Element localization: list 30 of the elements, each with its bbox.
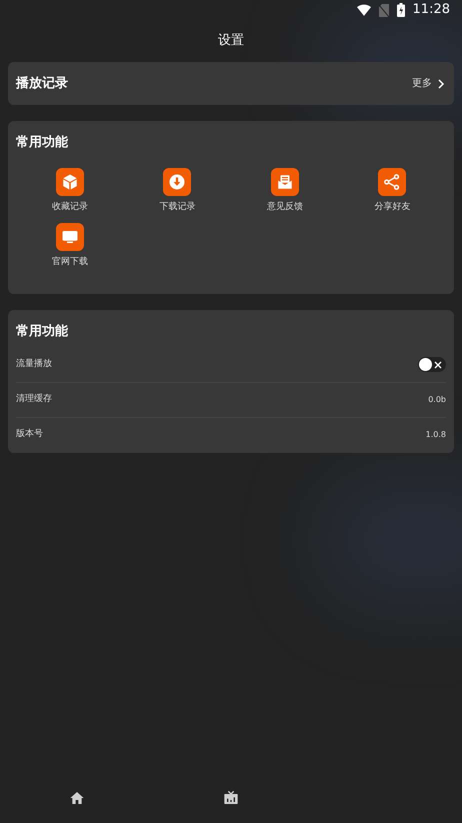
setting-label: 版本号 (16, 428, 44, 442)
feature-button[interactable]: 下载记录 (124, 168, 231, 214)
setting-label: 流量播放 (16, 358, 53, 371)
monitor-icon (60, 228, 79, 246)
toggle-switch[interactable] (418, 357, 446, 372)
setting-label: 清理缓存 (16, 392, 53, 406)
tv-icon[interactable] (223, 790, 239, 806)
history-card[interactable]: 播放记录 更多 (8, 62, 454, 105)
wifi-icon (356, 4, 371, 16)
chevron-right-icon (436, 78, 446, 88)
no-sim-icon (378, 4, 389, 16)
close-icon (434, 360, 442, 368)
feature-button[interactable]: 收藏记录 (16, 168, 124, 214)
page-title: 设置 (218, 32, 244, 50)
battery-icon (396, 3, 405, 17)
setting-value: 0.0b (428, 394, 446, 406)
more-link[interactable]: 更多 (412, 76, 432, 91)
mail-icon (276, 172, 294, 190)
section-title: 常用功能 (16, 134, 69, 152)
history-title: 播放记录 (16, 74, 69, 93)
clock: 11:28 (412, 1, 450, 20)
home-icon[interactable] (69, 790, 85, 806)
feature-button[interactable]: 意见反馈 (231, 168, 338, 214)
feature-button[interactable]: 官网下载 (16, 223, 124, 270)
section-title: 常用功能 (16, 323, 69, 341)
feature-button[interactable]: 分享好友 (338, 168, 446, 214)
cube-icon (60, 172, 79, 190)
download-icon (168, 172, 186, 190)
share-icon (383, 172, 402, 190)
setting-value: 1.0.8 (426, 429, 446, 441)
